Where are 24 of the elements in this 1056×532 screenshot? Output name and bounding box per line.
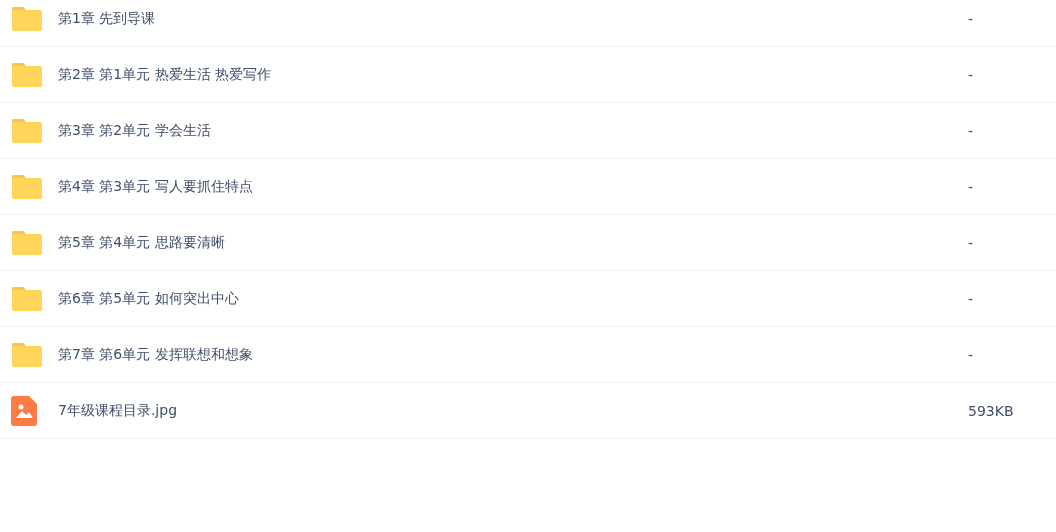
file-name[interactable]: 第4章 第3单元 写人要抓住特点 bbox=[58, 177, 968, 196]
file-name[interactable]: 第6章 第5单元 如何突出中心 bbox=[58, 289, 968, 308]
file-name[interactable]: 7年级课程目录.jpg bbox=[58, 401, 968, 420]
file-name[interactable]: 第5章 第4单元 思路要清晰 bbox=[58, 233, 968, 252]
file-size: 593KB bbox=[968, 402, 1015, 419]
folder-icon bbox=[11, 5, 43, 32]
file-size: - bbox=[968, 346, 975, 363]
file-name[interactable]: 第7章 第6单元 发挥联想和想象 bbox=[58, 345, 968, 364]
file-size: - bbox=[968, 178, 975, 195]
file-name[interactable]: 第1章 先到导课 bbox=[58, 9, 968, 28]
folder-icon bbox=[11, 285, 43, 312]
file-size: - bbox=[968, 10, 975, 27]
file-size: - bbox=[968, 290, 975, 307]
file-size: - bbox=[968, 122, 975, 139]
image-file-icon bbox=[11, 395, 37, 426]
folder-icon bbox=[11, 173, 43, 200]
folder-icon bbox=[11, 117, 43, 144]
file-name[interactable]: 第2章 第1单元 热爱生活 热爱写作 bbox=[58, 65, 968, 84]
file-name[interactable]: 第3章 第2单元 学会生活 bbox=[58, 121, 968, 140]
folder-icon bbox=[11, 61, 43, 88]
file-size: - bbox=[968, 66, 975, 83]
folder-icon bbox=[11, 229, 43, 256]
file-size: - bbox=[968, 234, 975, 251]
folder-icon bbox=[11, 341, 43, 368]
